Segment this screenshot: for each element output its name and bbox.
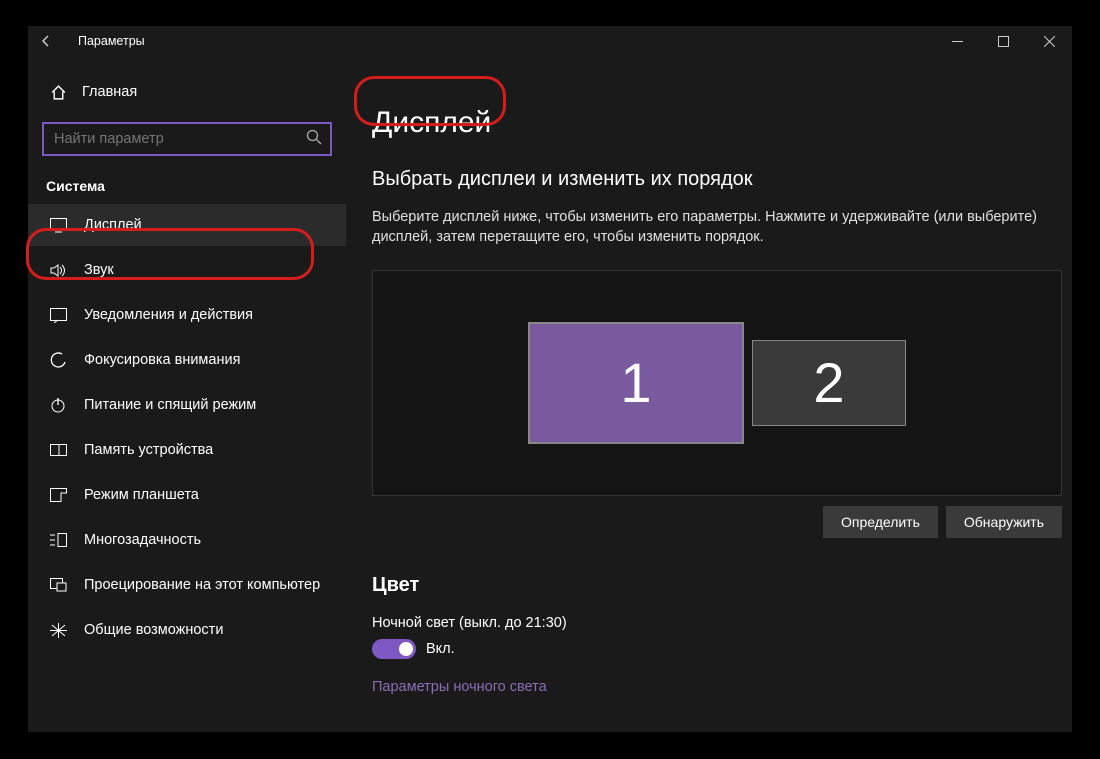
settings-window: Параметры Главная [28,26,1072,732]
sidebar-item-label: Память устройства [84,442,213,458]
power-icon [46,397,70,413]
minimize-button[interactable] [934,26,980,56]
sidebar-item-multitask[interactable]: Многозадачность [28,519,346,561]
window-controls [934,26,1072,56]
home-label: Главная [82,84,137,100]
color-section-title: Цвет [372,574,1046,597]
detect-button[interactable]: Обнаружить [946,506,1062,538]
sidebar-item-focus[interactable]: Фокусировка внимания [28,339,346,381]
sidebar-item-sound[interactable]: Звук [28,249,346,291]
projecting-icon [46,578,70,592]
close-button[interactable] [1026,26,1072,56]
home-nav[interactable]: Главная [28,72,346,112]
display-arrangement[interactable]: 1 2 [372,270,1062,496]
search-wrap [42,122,332,156]
tablet-icon [46,488,70,502]
sound-icon [46,263,70,278]
display-icon [46,218,70,233]
window-title: Параметры [78,34,145,48]
sidebar-item-label: Питание и спящий режим [84,397,256,413]
sidebar-item-label: Общие возможности [84,622,223,638]
maximize-button[interactable] [980,26,1026,56]
search-input[interactable] [42,122,332,156]
sidebar-item-power[interactable]: Питание и спящий режим [28,384,346,426]
sidebar: Главная Система Дисплей Звук [28,56,346,732]
multitask-icon [46,533,70,547]
titlebar: Параметры [28,26,1072,56]
section-label: Система [46,178,346,194]
sidebar-item-label: Режим планшета [84,487,199,503]
sidebar-item-projecting[interactable]: Проецирование на этот компьютер [28,564,346,606]
home-icon [46,84,70,101]
sidebar-item-label: Фокусировка внимания [84,352,240,368]
monitor-1[interactable]: 1 [528,322,744,444]
sidebar-item-label: Уведомления и действия [84,307,253,323]
storage-icon [46,444,70,456]
back-button[interactable] [32,26,60,56]
sidebar-item-label: Многозадачность [84,532,201,548]
search-icon [306,129,322,145]
main-content: Дисплей Выбрать дисплеи и изменить их по… [346,56,1072,732]
night-light-toggle[interactable] [372,639,416,659]
shared-icon [46,623,70,638]
sidebar-item-tablet[interactable]: Режим планшета [28,474,346,516]
focus-icon [46,352,70,369]
night-light-label: Ночной свет (выкл. до 21:30) [372,615,1046,631]
sidebar-item-label: Проецирование на этот компьютер [84,577,320,593]
page-title: Дисплей [372,106,491,140]
rearrange-description: Выберите дисплей ниже, чтобы изменить ег… [372,207,1046,248]
monitor-2[interactable]: 2 [752,340,906,426]
sidebar-item-label: Звук [84,262,114,278]
identify-button[interactable]: Определить [823,506,938,538]
sidebar-item-storage[interactable]: Память устройства [28,429,346,471]
sidebar-item-notifications[interactable]: Уведомления и действия [28,294,346,336]
rearrange-title: Выбрать дисплеи и изменить их порядок [372,168,1046,191]
notifications-icon [46,308,70,323]
night-light-settings-link[interactable]: Параметры ночного света [372,679,1046,695]
toggle-state: Вкл. [426,641,455,657]
sidebar-item-display[interactable]: Дисплей [28,204,346,246]
sidebar-item-label: Дисплей [84,217,142,233]
sidebar-item-shared[interactable]: Общие возможности [28,609,346,651]
